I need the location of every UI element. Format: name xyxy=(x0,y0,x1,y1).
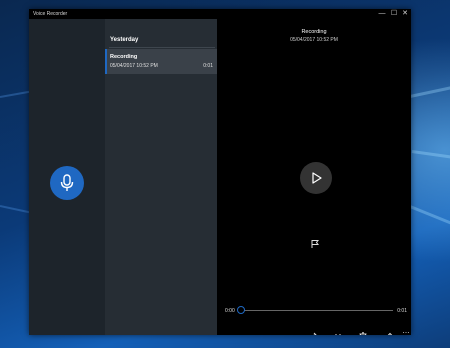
trim-icon xyxy=(335,334,341,335)
seek-bar[interactable] xyxy=(243,310,393,311)
seek-handle[interactable] xyxy=(237,306,245,314)
more-button[interactable]: ⋯ xyxy=(401,329,411,335)
light-beam xyxy=(0,90,30,98)
light-beam xyxy=(409,205,450,231)
light-beam xyxy=(409,82,450,98)
current-time: 0:00 xyxy=(225,308,235,314)
add-marker-button[interactable] xyxy=(310,236,320,248)
recording-title: Recording xyxy=(110,54,138,60)
recordings-list: Yesterday Recording 05/04/2017 10:52 PM … xyxy=(105,19,217,335)
share-button[interactable] xyxy=(308,329,318,335)
playback-pane: Recording 05/04/2017 10:52 PM 0:00 0:01 xyxy=(217,19,411,335)
delete-icon xyxy=(359,332,367,335)
rename-button[interactable] xyxy=(383,329,393,335)
share-icon xyxy=(313,332,317,335)
divider xyxy=(109,47,215,48)
close-button[interactable]: ✕ xyxy=(399,9,411,19)
microphone-icon xyxy=(60,174,74,191)
recording-date: 05/04/2017 10:52 PM xyxy=(110,63,158,69)
light-beam xyxy=(411,150,450,162)
playback-title: Recording xyxy=(301,29,327,35)
total-time: 0:01 xyxy=(397,308,407,314)
light-beam xyxy=(0,205,30,214)
record-pane xyxy=(29,19,105,335)
flag-icon xyxy=(311,240,319,248)
rename-icon xyxy=(387,332,393,335)
list-item[interactable]: Recording 05/04/2017 10:52 PM 0:01 xyxy=(105,49,217,74)
minimize-button[interactable]: — xyxy=(376,9,388,19)
trim-button[interactable] xyxy=(333,329,343,335)
playback-date: 05/04/2017 10:52 PM xyxy=(290,37,338,43)
more-icon: ⋯ xyxy=(402,330,410,335)
app-title: Voice Recorder xyxy=(33,11,68,17)
title-bar[interactable]: Voice Recorder — ☐ ✕ xyxy=(29,9,411,19)
play-icon xyxy=(312,172,322,184)
record-button[interactable] xyxy=(50,166,84,200)
group-header: Yesterday xyxy=(110,37,139,43)
recording-duration: 0:01 xyxy=(203,63,213,69)
selection-indicator xyxy=(105,49,107,74)
voice-recorder-window: Voice Recorder — ☐ ✕ Yesterday Recording… xyxy=(29,9,411,335)
play-button[interactable] xyxy=(300,162,332,194)
delete-button[interactable] xyxy=(358,329,368,335)
